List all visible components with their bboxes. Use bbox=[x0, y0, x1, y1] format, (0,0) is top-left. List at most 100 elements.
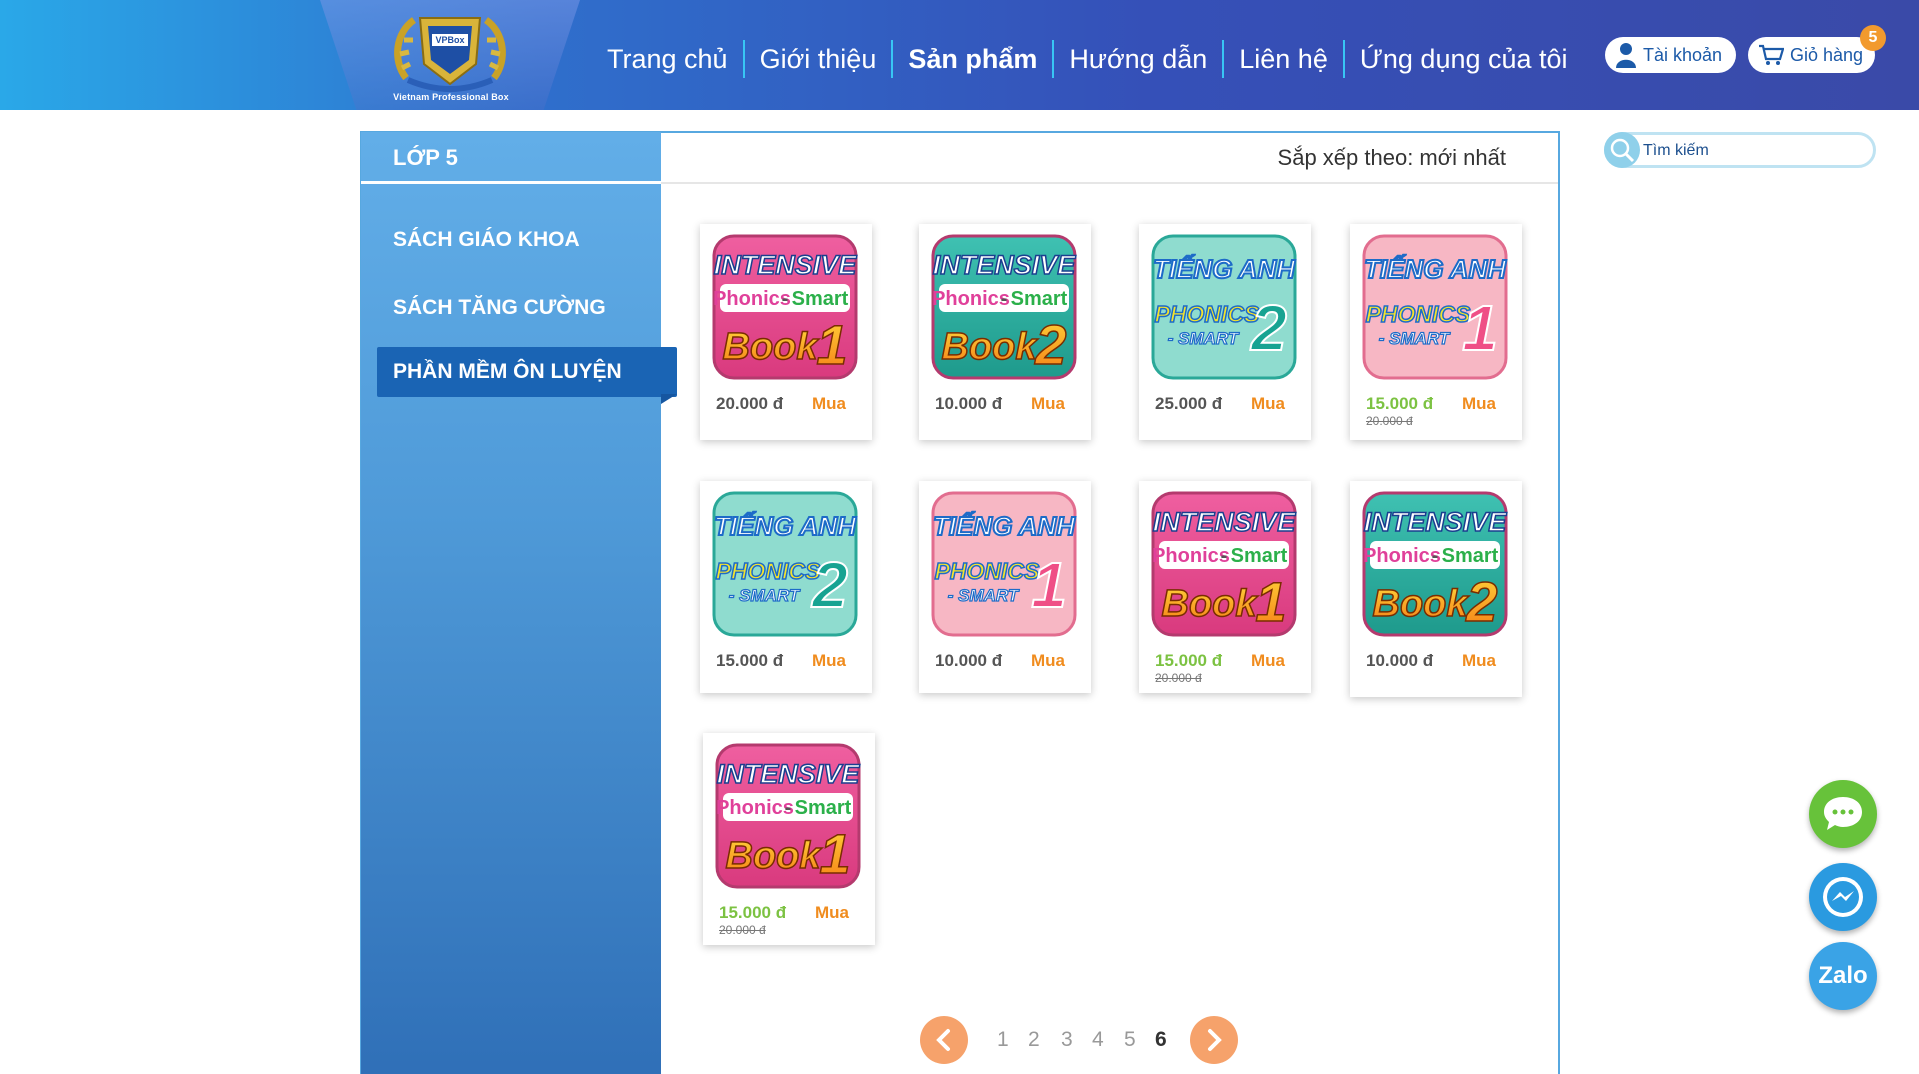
product-card[interactable]: TIẾNG ANH PHONICS - SMART 1 15.000 đ Mua 20… bbox=[1350, 224, 1522, 440]
chat-icon bbox=[1824, 797, 1862, 830]
search-input[interactable] bbox=[1643, 139, 1863, 163]
svg-text:1: 1 bbox=[1031, 549, 1067, 621]
page-5[interactable]: 5 bbox=[1124, 1028, 1136, 1052]
buy-button[interactable]: Mua bbox=[815, 903, 849, 923]
product-price: 10.000 đ bbox=[935, 651, 1003, 670]
intensive-book2-app-icon: INTENSIVE Phonics - Smart Book 2 bbox=[1362, 491, 1508, 637]
svg-text:-: - bbox=[1221, 545, 1228, 567]
product-card[interactable]: TIẾNG ANH PHONICS - SMART 1 10.000 đ Mua bbox=[919, 481, 1091, 693]
buy-button[interactable]: Mua bbox=[1031, 651, 1065, 671]
page-3[interactable]: 3 bbox=[1061, 1028, 1073, 1052]
product-card[interactable]: INTENSIVE Phonics - Smart Book 2 10.000 đ… bbox=[919, 224, 1091, 440]
logo-caption: Vietnam Professional Box bbox=[393, 92, 509, 102]
next-page-button[interactable] bbox=[1190, 1016, 1238, 1064]
page-1[interactable]: 1 bbox=[997, 1028, 1009, 1052]
svg-text:Book: Book bbox=[942, 326, 1039, 368]
prev-page-button[interactable] bbox=[920, 1016, 968, 1064]
product-card[interactable]: INTENSIVE Phonics - Smart Book 1 15.000 đ… bbox=[1139, 481, 1311, 693]
active-item-tab-tip bbox=[661, 394, 677, 404]
svg-text:- SMART: - SMART bbox=[948, 586, 1020, 605]
sort-dropdown[interactable]: Sắp xếp theo: mới nhất bbox=[661, 132, 1558, 184]
tienganh-1-app-icon: TIẾNG ANH PHONICS - SMART 1 bbox=[931, 491, 1077, 637]
svg-text:PHONICS: PHONICS bbox=[1155, 301, 1260, 327]
intensive-book1-app-icon: INTENSIVE Phonics - Smart Book 1 bbox=[715, 743, 861, 889]
page-6-current[interactable]: 6 bbox=[1155, 1028, 1167, 1052]
product-price: 20.000 đ bbox=[716, 394, 784, 413]
page-2[interactable]: 2 bbox=[1028, 1028, 1040, 1052]
product-image[interactable]: INTENSIVE Phonics - Smart Book 2 bbox=[1362, 491, 1508, 637]
svg-text:TIẾNG ANH: TIẾNG ANH bbox=[933, 511, 1076, 541]
nav-lien-he[interactable]: Liên hệ bbox=[1224, 38, 1343, 80]
svg-text:TIẾNG ANH: TIẾNG ANH bbox=[714, 511, 857, 541]
search-button[interactable] bbox=[1604, 132, 1640, 168]
product-image[interactable]: INTENSIVE Phonics - Smart Book 1 bbox=[712, 234, 858, 380]
svg-text:1: 1 bbox=[816, 313, 847, 376]
svg-text:1: 1 bbox=[819, 822, 850, 885]
buy-button[interactable]: Mua bbox=[812, 651, 846, 671]
main-nav: Trang chủ Giới thiệu Sản phẩm Hướng dẫn … bbox=[592, 38, 1583, 80]
sidebar-item-phan-mem-on-luyen[interactable]: PHẦN MỀM ÔN LUYỆN bbox=[377, 347, 677, 397]
product-card[interactable]: INTENSIVE Phonics - Smart Book 2 10.000 đ… bbox=[1350, 481, 1522, 697]
brand-logo[interactable]: VPBox bbox=[388, 8, 512, 104]
cart-button[interactable]: Giỏ hàng bbox=[1748, 37, 1875, 73]
buy-button[interactable]: Mua bbox=[1031, 394, 1065, 414]
nav-trang-chu[interactable]: Trang chủ bbox=[592, 38, 743, 80]
svg-text:Smart: Smart bbox=[795, 797, 852, 819]
messenger-icon bbox=[1823, 877, 1863, 917]
account-button[interactable]: Tài khoản bbox=[1605, 37, 1736, 73]
product-image[interactable]: TIẾNG ANH PHONICS - SMART 1 bbox=[1362, 234, 1508, 380]
zalo-button[interactable]: Zalo bbox=[1809, 942, 1877, 1010]
svg-text:-: - bbox=[1432, 545, 1439, 567]
tienganh-1-app-icon: TIẾNG ANH PHONICS - SMART 1 bbox=[1362, 234, 1508, 380]
product-image[interactable]: INTENSIVE Phonics - Smart Book 1 bbox=[1151, 491, 1297, 637]
svg-text:PHONICS: PHONICS bbox=[1366, 301, 1471, 327]
nav-huong-dan[interactable]: Hướng dẫn bbox=[1054, 38, 1222, 80]
chat-button[interactable] bbox=[1809, 780, 1877, 848]
svg-text:TIẾNG ANH: TIẾNG ANH bbox=[1364, 254, 1507, 284]
buy-button[interactable]: Mua bbox=[1462, 394, 1496, 414]
product-image[interactable]: TIẾNG ANH PHONICS - SMART 1 bbox=[931, 491, 1077, 637]
svg-text:1: 1 bbox=[1462, 292, 1498, 364]
svg-text:Smart: Smart bbox=[1011, 288, 1068, 310]
svg-text:Phonics: Phonics bbox=[1363, 545, 1441, 567]
product-price: 25.000 đ bbox=[1155, 394, 1223, 413]
svg-text:Phonics: Phonics bbox=[1152, 545, 1230, 567]
page-4[interactable]: 4 bbox=[1092, 1028, 1104, 1052]
account-label: Tài khoản bbox=[1643, 44, 1723, 65]
svg-text:Phonics: Phonics bbox=[932, 288, 1010, 310]
buy-button[interactable]: Mua bbox=[1462, 651, 1496, 671]
product-image[interactable]: INTENSIVE Phonics - Smart Book 2 bbox=[931, 234, 1077, 380]
nav-ung-dung-cua-toi[interactable]: Ứng dụng của tôi bbox=[1345, 38, 1583, 80]
intensive-book1-app-icon: INTENSIVE Phonics - Smart Book 1 bbox=[712, 234, 858, 380]
svg-text:-: - bbox=[782, 288, 789, 310]
buy-button[interactable]: Mua bbox=[1251, 651, 1285, 671]
product-image[interactable]: TIẾNG ANH PHONICS - SMART 2 bbox=[712, 491, 858, 637]
svg-text:-: - bbox=[1001, 288, 1008, 310]
search-icon bbox=[1610, 138, 1635, 163]
messenger-button[interactable] bbox=[1809, 863, 1877, 931]
buy-button[interactable]: Mua bbox=[812, 394, 846, 414]
sidebar-title: LỚP 5 bbox=[361, 132, 661, 184]
product-card[interactable]: TIẾNG ANH PHONICS - SMART 2 15.000 đ Mua bbox=[700, 481, 872, 693]
product-image[interactable]: INTENSIVE Phonics - Smart Book 1 bbox=[715, 743, 861, 889]
product-price: 15.000 đ bbox=[716, 651, 784, 670]
product-price: 10.000 đ bbox=[1366, 651, 1434, 670]
svg-text:Smart: Smart bbox=[1442, 545, 1499, 567]
chevron-left-icon bbox=[936, 1029, 950, 1051]
search-box bbox=[1604, 132, 1876, 168]
sidebar-item-sach-giao-khoa[interactable]: SÁCH GIÁO KHOA bbox=[393, 228, 580, 252]
product-old-price: 20.000 đ bbox=[1366, 414, 1413, 428]
product-card[interactable]: INTENSIVE Phonics - Smart Book 1 20.000 đ… bbox=[700, 224, 872, 440]
svg-text:-: - bbox=[785, 797, 792, 819]
buy-button[interactable]: Mua bbox=[1251, 394, 1285, 414]
nav-gioi-thieu[interactable]: Giới thiệu bbox=[745, 38, 892, 80]
cart-count-badge: 5 bbox=[1860, 25, 1886, 51]
sidebar-item-sach-tang-cuong[interactable]: SÁCH TĂNG CƯỜNG bbox=[393, 296, 606, 320]
svg-text:2: 2 bbox=[811, 549, 848, 621]
svg-text:- SMART: - SMART bbox=[1379, 329, 1451, 348]
product-card[interactable]: TIẾNG ANH PHONICS - SMART 2 25.000 đ Mua bbox=[1139, 224, 1311, 440]
nav-san-pham[interactable]: Sản phẩm bbox=[893, 38, 1052, 80]
product-card[interactable]: INTENSIVE Phonics - Smart Book 1 15.000 đ… bbox=[703, 733, 875, 945]
product-image[interactable]: TIẾNG ANH PHONICS - SMART 2 bbox=[1151, 234, 1297, 380]
svg-text:- SMART: - SMART bbox=[729, 586, 801, 605]
